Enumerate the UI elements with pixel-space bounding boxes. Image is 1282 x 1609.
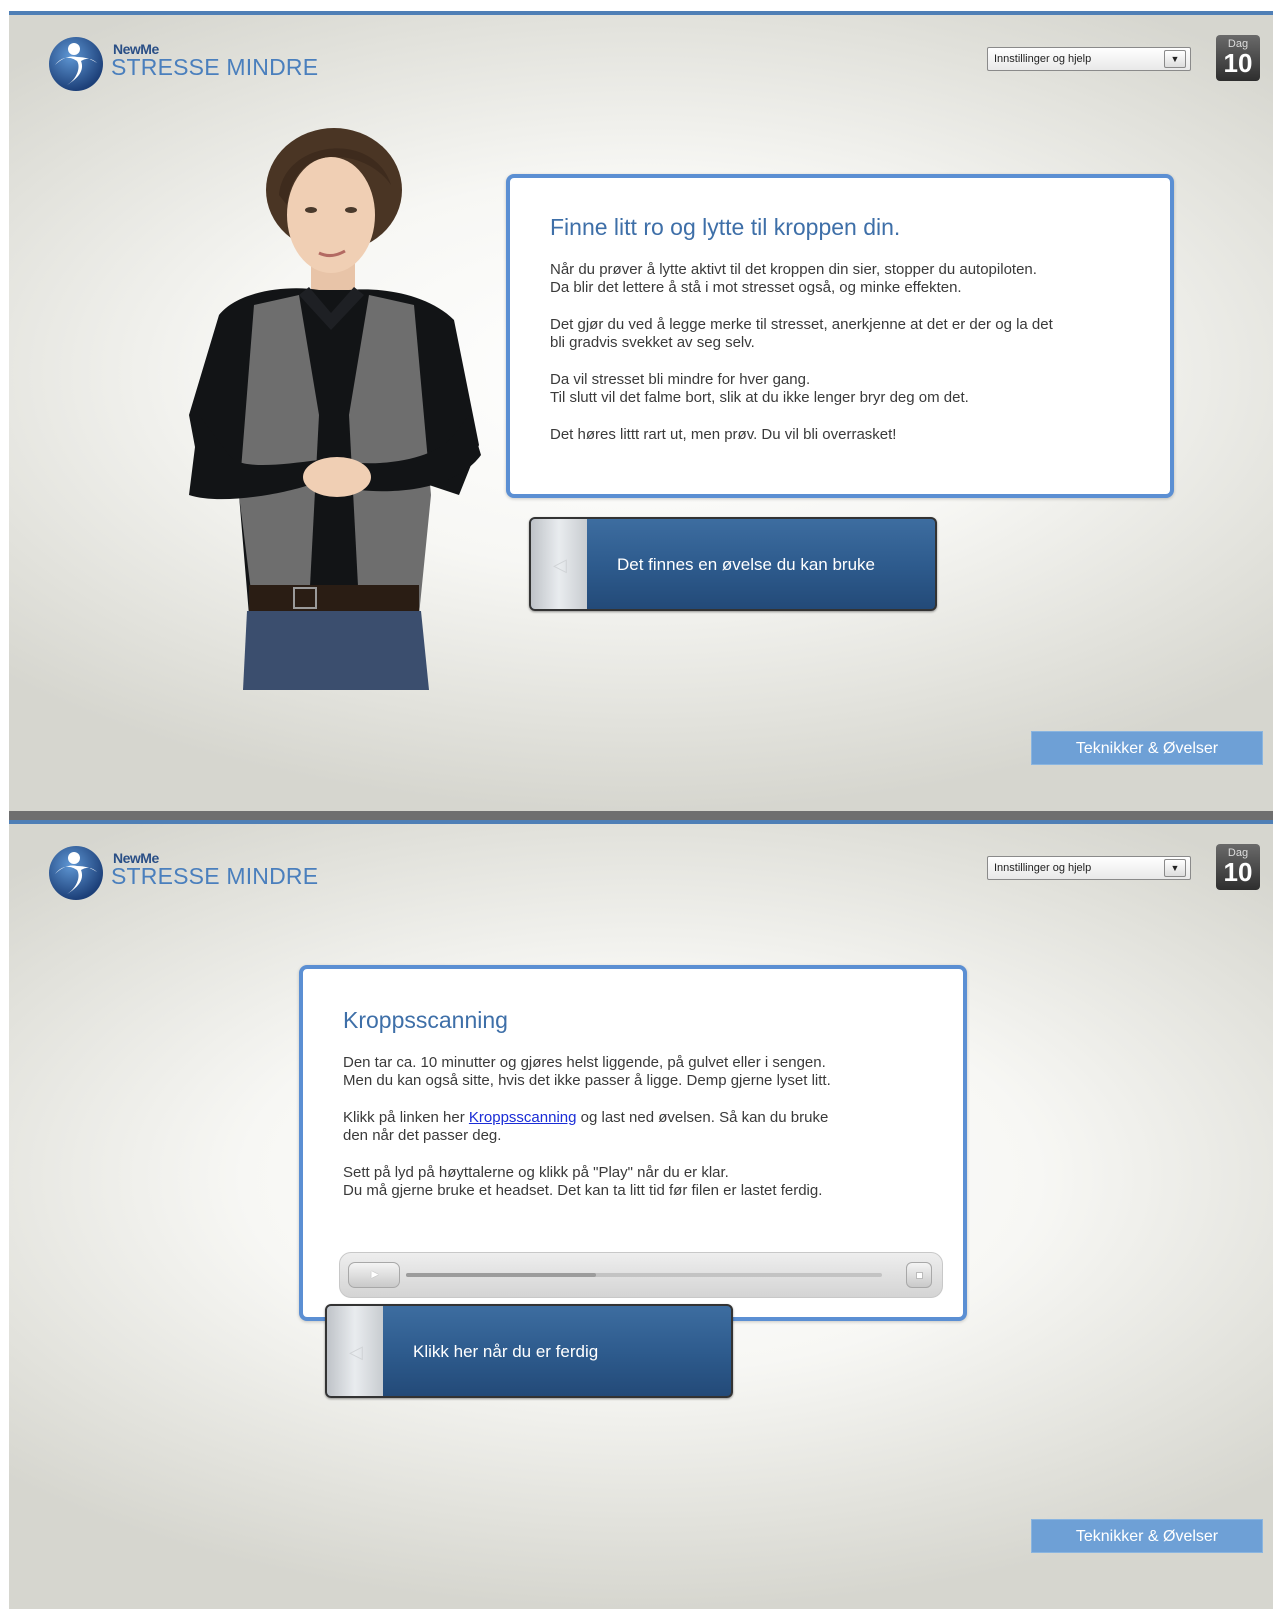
card-title: Kroppsscanning	[343, 1007, 508, 1033]
screen-divider	[9, 811, 1273, 820]
exercise-button[interactable]: ◁ Det finnes en øvelse du kan bruke	[529, 517, 937, 611]
info-card: Finne litt ro og lytte til kroppen din. …	[506, 174, 1174, 498]
techniques-button[interactable]: Teknikker & Øvelser	[1031, 731, 1263, 765]
settings-dropdown[interactable]: Innstillinger og hjelp ▼	[987, 856, 1191, 880]
card-paragraph: Klikk på linken her Kroppsscanning og la…	[343, 1109, 829, 1144]
techniques-button[interactable]: Teknikker & Øvelser	[1031, 1519, 1263, 1553]
done-button[interactable]: ◁ Klikk her når du er ferdig	[325, 1304, 733, 1398]
exercise-button-label: Det finnes en øvelse du kan bruke	[617, 555, 875, 574]
day-number: 10	[1223, 857, 1253, 887]
card-paragraph: Den tar ca. 10 minutter og gjøres helst …	[343, 1054, 831, 1089]
arrow-left-icon: ◁	[553, 555, 567, 575]
stop-icon	[916, 1272, 923, 1279]
screen-body-scan: NewMe STRESSE MINDRE Innstillinger og hj…	[9, 820, 1273, 1609]
day-badge: Dag 10	[1216, 844, 1260, 890]
settings-dropdown-label: Innstillinger og hjelp	[994, 53, 1092, 65]
card-paragraph: Da vil stresset bli mindre for hver gang…	[550, 371, 969, 406]
newme-logo-icon	[49, 37, 103, 91]
stop-button[interactable]	[906, 1262, 932, 1288]
card-paragraph: Når du prøver å lytte aktivt til det kro…	[550, 261, 1037, 296]
done-button-label: Klikk her når du er ferdig	[413, 1342, 599, 1361]
arrow-left-icon: ◁	[349, 1342, 363, 1362]
product-name: STRESSE MINDRE	[111, 54, 319, 80]
app-logo: NewMe STRESSE MINDRE	[47, 35, 347, 95]
card-title: Finne litt ro og lytte til kroppen din.	[550, 214, 901, 240]
progress-fill	[406, 1273, 596, 1277]
settings-dropdown-label: Innstillinger og hjelp	[994, 862, 1092, 874]
settings-dropdown[interactable]: Innstillinger og hjelp ▼	[987, 47, 1191, 71]
play-button[interactable]: ►	[348, 1262, 400, 1288]
exercise-card: Kroppsscanning Den tar ca. 10 minutter o…	[299, 965, 967, 1321]
product-name: STRESSE MINDRE	[111, 863, 319, 889]
play-icon: ►	[369, 1267, 381, 1281]
newme-logo-icon	[49, 846, 103, 900]
chevron-down-icon: ▼	[1164, 859, 1186, 877]
card-paragraph: Det gjør du ved å legge merke til stress…	[550, 316, 1053, 351]
screen-intro: NewMe STRESSE MINDRE Innstillinger og hj…	[9, 11, 1273, 811]
app-logo: NewMe STRESSE MINDRE	[47, 844, 347, 904]
day-number: 10	[1223, 48, 1253, 78]
kroppsscanning-link[interactable]: Kroppsscanning	[469, 1109, 577, 1126]
day-badge: Dag 10	[1216, 35, 1260, 81]
card-paragraph: Det høres littt rart ut, men prøv. Du vi…	[550, 426, 897, 443]
audio-player: ►	[339, 1252, 943, 1298]
card-paragraph: Sett på lyd på høyttalerne og klikk på "…	[343, 1164, 823, 1199]
chevron-down-icon: ▼	[1164, 50, 1186, 68]
presenter-image	[189, 128, 481, 690]
